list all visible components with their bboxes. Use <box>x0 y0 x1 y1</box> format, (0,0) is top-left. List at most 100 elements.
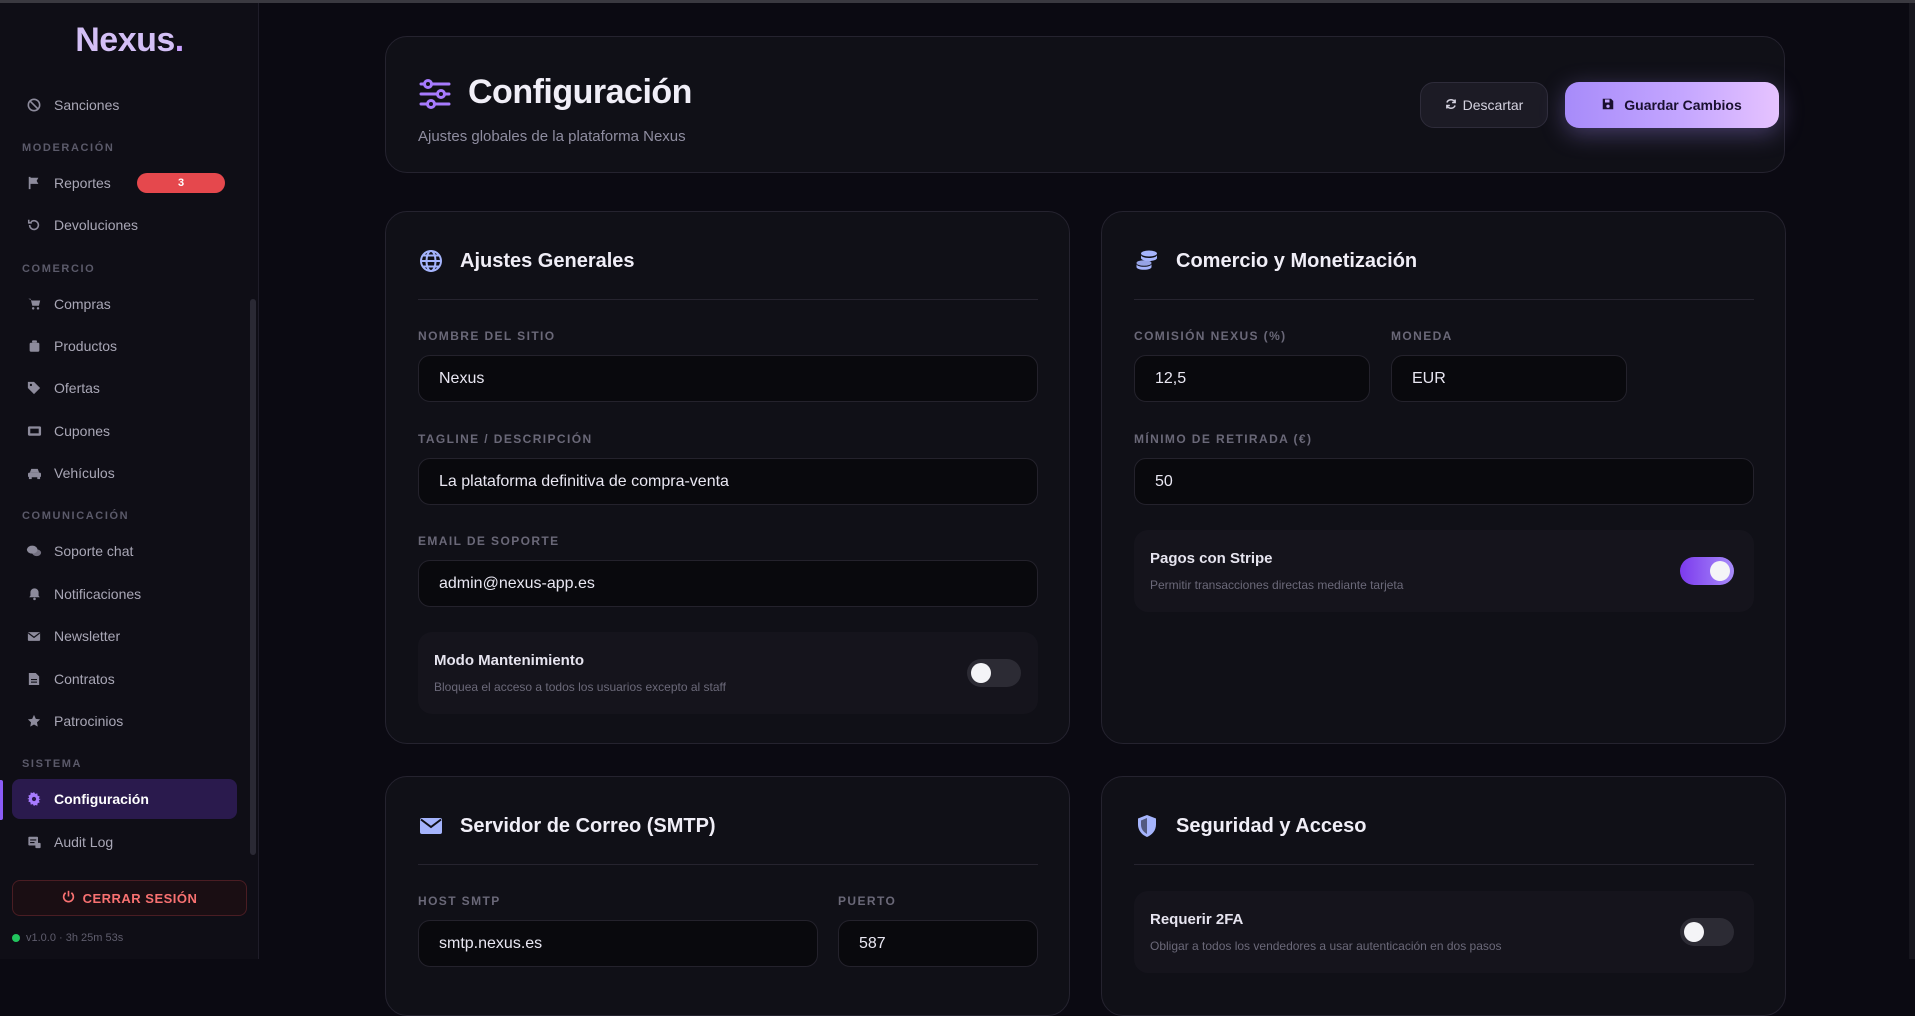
maintenance-mode-toggle[interactable] <box>967 659 1021 687</box>
smtp-host-label: HOST SMTP <box>418 894 501 908</box>
divider <box>1134 299 1754 300</box>
sidebar-item-label: Configuración <box>54 791 149 807</box>
sidebar-item-audit-log[interactable]: Audit Log <box>12 822 237 861</box>
active-indicator <box>0 780 3 820</box>
section-label-comercio: COMERCIO <box>22 263 96 275</box>
sidebar-item-label: Newsletter <box>54 628 121 644</box>
smtp-port-label: PUERTO <box>838 894 897 908</box>
sidebar-item-sanciones[interactable]: Sanciones <box>12 85 237 125</box>
smtp-host-input[interactable]: smtp.nexus.es <box>418 920 818 967</box>
power-icon <box>62 890 75 906</box>
currency-input[interactable]: EUR <box>1391 355 1627 402</box>
page-header: Configuración Ajustes globales de la pla… <box>385 36 1785 173</box>
sliders-icon <box>418 77 452 111</box>
sidebar-item-label: Patrocinios <box>54 713 124 729</box>
sidebar-item-label: Sanciones <box>54 97 120 113</box>
sidebar-item-label: Ofertas <box>54 380 100 396</box>
star-icon <box>26 713 42 729</box>
sidebar-item-label: Devoluciones <box>54 217 139 233</box>
sidebar-item-label: Vehículos <box>54 465 115 481</box>
logout-button[interactable]: CERRAR SESIÓN <box>12 880 247 916</box>
panel-title-text: Ajustes Generales <box>460 249 635 272</box>
sidebar-item-label: Reportes <box>54 175 111 191</box>
ticket-icon <box>26 423 42 439</box>
discard-button[interactable]: Descartar <box>1420 82 1548 128</box>
section-label-comunicacion: COMUNICACIÓN <box>22 510 130 522</box>
require-2fa-title: Requerir 2FA <box>1150 911 1244 928</box>
section-label-sistema: SISTEMA <box>22 758 83 770</box>
globe-icon <box>418 248 444 274</box>
panel-title: Servidor de Correo (SMTP) <box>418 813 716 839</box>
reportes-count-badge: 3 <box>137 173 225 193</box>
undo-icon <box>26 217 42 233</box>
min-withdraw-label: MÍNIMO DE RETIRADA (€) <box>1134 432 1313 446</box>
save-label: Guardar Cambios <box>1624 97 1742 113</box>
sidebar-item-productos[interactable]: Productos <box>12 326 237 366</box>
panel-title-text: Comercio y Monetización <box>1176 249 1418 272</box>
panel-title: Seguridad y Acceso <box>1134 813 1366 839</box>
page-title: Configuración <box>468 73 692 111</box>
sidebar-item-newsletter[interactable]: Newsletter <box>12 616 237 656</box>
require-2fa-toggle[interactable] <box>1680 918 1734 946</box>
stripe-payments-toggle[interactable] <box>1680 557 1734 585</box>
ban-icon <box>26 97 42 113</box>
sidebar-item-notificaciones[interactable]: Notificaciones <box>12 574 237 614</box>
page-subtitle: Ajustes globales de la plataforma Nexus <box>418 128 686 145</box>
sidebar-nav: Sanciones MODERACIÓN Reportes 3 Devoluci… <box>0 81 250 861</box>
tagline-input[interactable]: La plataforma definitiva de compra-venta <box>418 458 1038 505</box>
mail-icon <box>26 628 42 644</box>
sidebar-item-patrocinios[interactable]: Patrocinios <box>12 701 237 741</box>
tag-icon <box>26 380 42 396</box>
section-label-moderacion: MODERACIÓN <box>22 142 115 154</box>
sidebar-item-label: Productos <box>54 338 118 354</box>
save-button[interactable]: Guardar Cambios <box>1565 82 1779 128</box>
commerce-panel: Comercio y Monetización COMISIÓN NEXUS (… <box>1101 211 1786 744</box>
sidebar-item-ofertas[interactable]: Ofertas <box>12 368 237 408</box>
sidebar-item-label: Audit Log <box>54 834 114 850</box>
car-icon <box>26 465 42 481</box>
maintenance-mode-row: Modo Mantenimiento Bloquea el acceso a t… <box>418 632 1038 714</box>
panel-title-text: Servidor de Correo (SMTP) <box>460 814 716 837</box>
box-icon <box>26 338 42 354</box>
site-name-input[interactable]: Nexus <box>418 355 1038 402</box>
commission-input[interactable]: 12,5 <box>1134 355 1370 402</box>
smtp-panel: Servidor de Correo (SMTP) HOST SMTP smtp… <box>385 776 1070 1016</box>
sidebar-item-label: Notificaciones <box>54 586 142 602</box>
panel-title: Comercio y Monetización <box>1134 248 1417 274</box>
stripe-payments-title: Pagos con Stripe <box>1150 550 1273 567</box>
support-email-label: EMAIL DE SOPORTE <box>418 534 560 548</box>
brand-logo[interactable]: Nexus. <box>0 21 259 60</box>
sidebar-item-label: Cupones <box>54 423 111 439</box>
smtp-port-input[interactable]: 587 <box>838 920 1038 967</box>
security-panel: Seguridad y Acceso Requerir 2FA Obligar … <box>1101 776 1786 1016</box>
require-2fa-row: Requerir 2FA Obligar a todos los vendedo… <box>1134 891 1754 973</box>
sidebar-item-cupones[interactable]: Cupones <box>12 411 237 451</box>
log-icon <box>26 834 42 850</box>
chat-icon <box>26 543 42 559</box>
main-content: Configuración Ajustes globales de la pla… <box>259 3 1915 1016</box>
support-email-input[interactable]: admin@nexus-app.es <box>418 560 1038 607</box>
sidebar-item-contratos[interactable]: Contratos <box>12 659 237 699</box>
toggle-knob <box>1684 922 1704 942</box>
shield-icon <box>1134 813 1160 839</box>
floppy-icon <box>1602 97 1614 113</box>
document-icon <box>26 671 42 687</box>
sidebar-item-vehiculos[interactable]: Vehículos <box>12 453 237 493</box>
tagline-label: TAGLINE / DESCRIPCIÓN <box>418 432 593 446</box>
page-scrollbar[interactable] <box>1909 3 1915 959</box>
require-2fa-description: Obligar a todos los vendedores a usar au… <box>1150 939 1502 953</box>
panel-title: Ajustes Generales <box>418 248 635 274</box>
sidebar-item-devoluciones[interactable]: Devoluciones <box>12 205 237 245</box>
cart-icon <box>26 296 42 312</box>
sidebar-item-compras[interactable]: Compras <box>12 284 237 324</box>
sidebar-item-configuracion[interactable]: Configuración <box>12 779 237 819</box>
maintenance-mode-title: Modo Mantenimiento <box>434 652 584 669</box>
sidebar-scrollbar-thumb[interactable] <box>250 299 256 855</box>
site-name-label: NOMBRE DEL SITIO <box>418 329 556 343</box>
sidebar-item-soporte-chat[interactable]: Soporte chat <box>12 531 237 571</box>
discard-label: Descartar <box>1462 97 1524 113</box>
min-withdraw-input[interactable]: 50 <box>1134 458 1754 505</box>
divider <box>418 299 1038 300</box>
currency-label: MONEDA <box>1391 329 1453 343</box>
coins-icon <box>1134 248 1160 274</box>
